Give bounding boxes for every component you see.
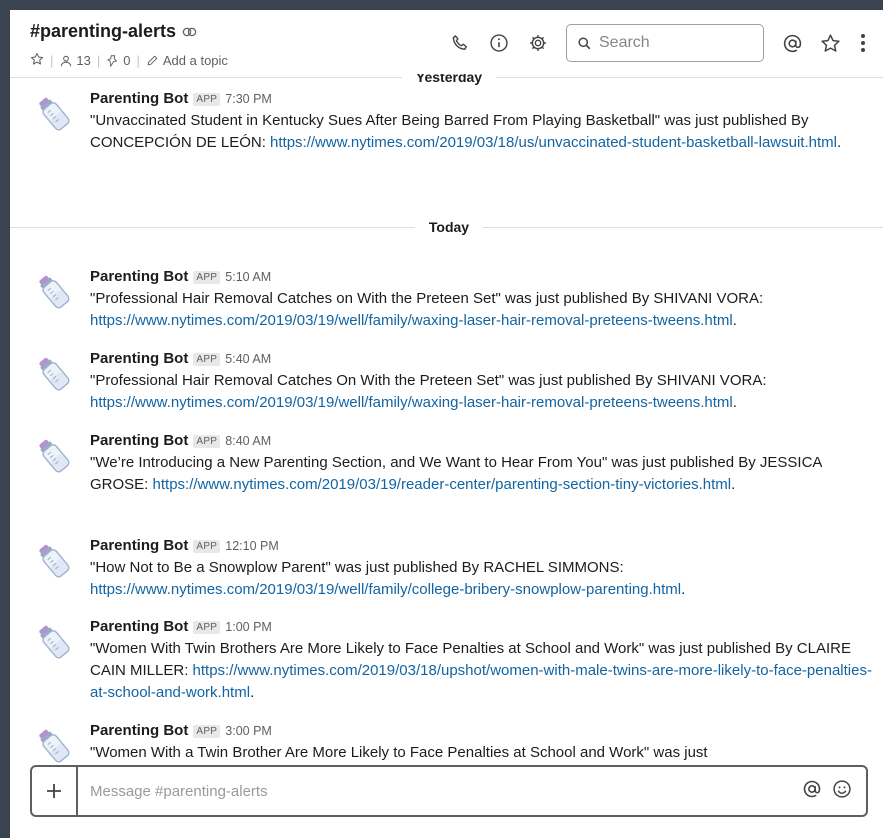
message-body: Parenting Bot APP 8:40 AM "We’re Introdu… (90, 432, 880, 496)
message-text: "Women With a Twin Brother Are More Like… (90, 744, 708, 761)
add-attachment-button[interactable] (32, 767, 78, 815)
message-body: Parenting Bot APP 3:00 PM "Women With a … (90, 722, 880, 764)
message-body: Parenting Bot APP 5:40 AM "Professional … (90, 350, 880, 414)
channel-link-icon[interactable] (182, 21, 197, 42)
app-badge: APP (193, 621, 221, 634)
search-placeholder: Search (599, 34, 650, 51)
message-body: Parenting Bot APP 12:10 PM "How Not to B… (90, 537, 880, 601)
app-badge: APP (193, 540, 221, 553)
call-icon[interactable] (449, 32, 471, 54)
message-list[interactable]: Yesterday Parenting Bot APP 7:30 PM "Unv… (10, 69, 883, 764)
channel-title[interactable]: #parenting-alerts (30, 21, 197, 42)
pencil-icon (147, 55, 158, 66)
message-body: Parenting Bot APP 1:00 PM "Women With Tw… (90, 618, 880, 704)
bot-avatar[interactable] (34, 541, 74, 581)
day-label-today: Today (414, 219, 484, 235)
article-link[interactable]: https://www.nytimes.com/2019/03/19/well/… (90, 312, 733, 329)
message-text: "Professional Hair Removal Catches On Wi… (90, 372, 767, 411)
message-text: "Unvaccinated Student in Kentucky Sues A… (90, 112, 842, 151)
plus-icon (47, 784, 61, 798)
meta-divider: | (50, 53, 54, 68)
pin-icon (107, 54, 118, 67)
bot-avatar[interactable] (34, 436, 74, 476)
add-topic-button[interactable]: Add a topic (146, 53, 228, 68)
channel-meta: | 13 | 0 | Add a topic (30, 52, 228, 69)
message-text: "Professional Hair Removal Catches on Wi… (90, 290, 764, 329)
message-author[interactable]: Parenting Bot (90, 350, 188, 367)
app-badge: APP (193, 93, 221, 106)
meta-divider: | (96, 53, 101, 68)
message-composer (30, 765, 868, 817)
bot-avatar[interactable] (34, 94, 74, 134)
bot-avatar[interactable] (34, 354, 74, 394)
person-icon (61, 55, 72, 66)
channel-name: #parenting-alerts (30, 21, 177, 41)
pinned-count: 0 (123, 53, 131, 68)
pinned-count-button[interactable]: 0 (106, 53, 130, 68)
message-author[interactable]: Parenting Bot (90, 537, 188, 554)
bot-avatar[interactable] (34, 272, 74, 312)
mentions-icon[interactable] (781, 32, 803, 54)
message-author[interactable]: Parenting Bot (90, 268, 188, 285)
bot-avatar[interactable] (34, 622, 74, 662)
message-text: "How Not to Be a Snowplow Parent" was ju… (90, 559, 686, 598)
article-link[interactable]: https://www.nytimes.com/2019/03/18/us/un… (270, 134, 837, 151)
message-timestamp[interactable]: 3:00 PM (225, 724, 272, 738)
info-icon[interactable] (488, 32, 510, 54)
message-body: Parenting Bot APP 7:30 PM "Unvaccinated … (90, 90, 880, 154)
message-timestamp[interactable]: 5:10 AM (225, 270, 271, 284)
message-author[interactable]: Parenting Bot (90, 90, 188, 107)
message-timestamp[interactable]: 12:10 PM (225, 539, 279, 553)
message-text: "Women With Twin Brothers Are More Likel… (90, 640, 872, 701)
message-body: Parenting Bot APP 5:10 AM "Professional … (90, 268, 880, 332)
message-text: "We’re Introducing a New Parenting Secti… (90, 454, 822, 493)
app-badge: APP (193, 353, 221, 366)
bot-avatar[interactable] (34, 726, 74, 764)
message-author[interactable]: Parenting Bot (90, 432, 188, 449)
app-badge: APP (193, 725, 221, 738)
article-link[interactable]: https://www.nytimes.com/2019/03/19/well/… (90, 394, 733, 411)
app-badge: APP (193, 435, 221, 448)
star-icon[interactable] (30, 52, 44, 69)
message-timestamp[interactable]: 1:00 PM (225, 620, 272, 634)
message-item[interactable]: Parenting Bot APP 3:00 PM "Women With a … (10, 722, 883, 764)
message-author[interactable]: Parenting Bot (90, 722, 188, 739)
slack-window: #parenting-alerts | 13 | 0 | Add a topic (10, 10, 883, 838)
mention-icon[interactable] (802, 779, 822, 804)
channel-header: #parenting-alerts | 13 | 0 | Add a topic (10, 10, 883, 74)
article-link[interactable]: https://www.nytimes.com/2019/03/18/upsho… (90, 662, 872, 701)
message-author[interactable]: Parenting Bot (90, 618, 188, 635)
gear-icon[interactable] (527, 32, 549, 54)
message-timestamp[interactable]: 8:40 AM (225, 434, 271, 448)
message-timestamp[interactable]: 5:40 AM (225, 352, 271, 366)
message-input[interactable] (78, 782, 802, 800)
article-link[interactable]: https://www.nytimes.com/2019/03/19/well/… (90, 581, 681, 598)
more-options-icon[interactable] (856, 32, 870, 54)
member-count: 13 (76, 53, 91, 68)
search-icon (578, 36, 591, 49)
message-timestamp[interactable]: 7:30 PM (225, 92, 272, 106)
meta-divider: | (136, 53, 140, 68)
app-badge: APP (193, 271, 221, 284)
saved-star-icon[interactable] (819, 32, 841, 54)
article-link[interactable]: https://www.nytimes.com/2019/03/19/reade… (153, 476, 732, 493)
search-box[interactable]: Search (566, 24, 764, 62)
emoji-icon[interactable] (832, 779, 852, 804)
add-topic-label: Add a topic (162, 53, 228, 68)
member-count-button[interactable]: 13 (59, 53, 91, 68)
